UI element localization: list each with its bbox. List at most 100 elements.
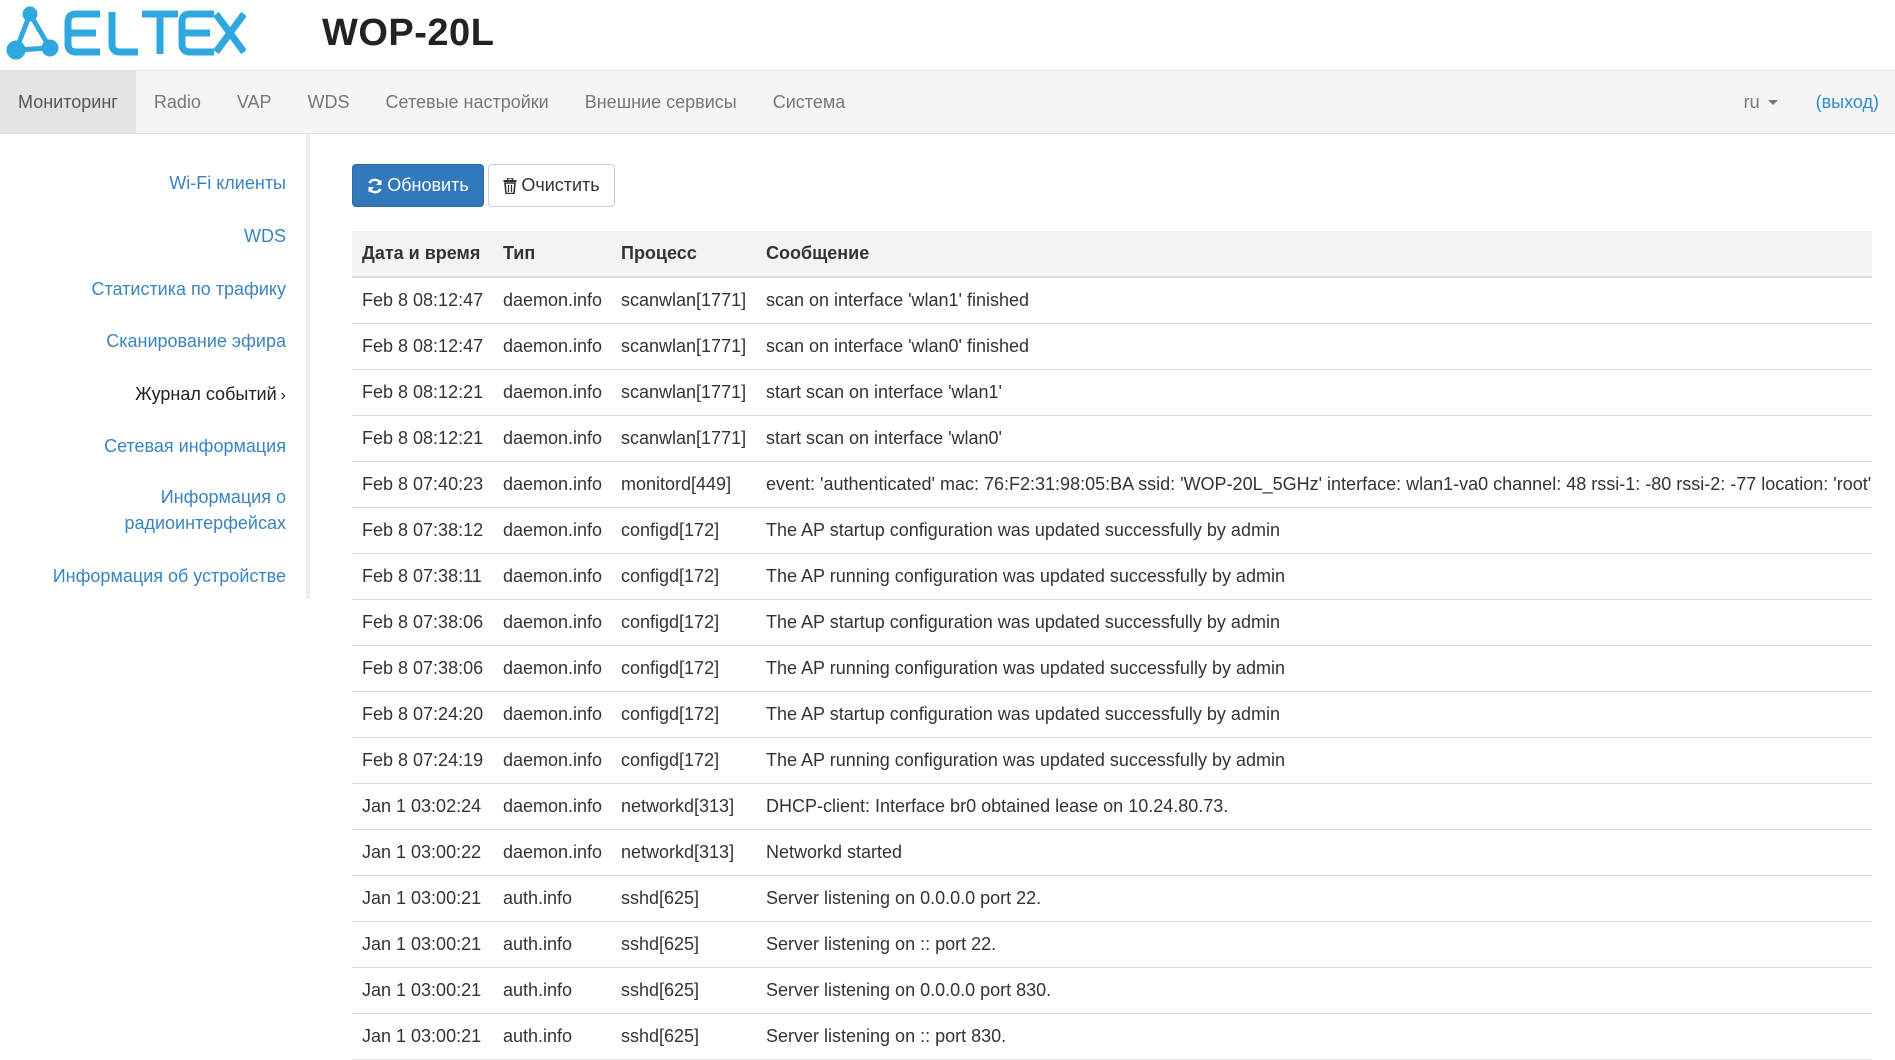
cell-message: DHCP-client: Interface br0 obtained leas…	[756, 783, 1872, 830]
cell-process: sshd[625]	[611, 1013, 756, 1060]
cell-process: configd[172]	[611, 599, 756, 646]
cell-process: configd[172]	[611, 553, 756, 600]
cell-message: Networkd started	[756, 829, 1872, 876]
header: WOP-20L	[0, 0, 1895, 70]
language-dropdown[interactable]: ru	[1744, 92, 1778, 113]
table-row: Feb 8 07:38:12 daemon.info configd[172] The…	[352, 507, 1872, 554]
cell-message: Server listening on 0.0.0.0 port 830.	[756, 967, 1872, 1014]
table-row: Feb 8 07:40:23 daemon.info monitord[449] ev…	[352, 461, 1872, 508]
logout-link[interactable]: (выход)	[1816, 92, 1879, 113]
cell-process: configd[172]	[611, 507, 756, 554]
table-row: Feb 8 08:12:21 daemon.info scanwlan[1771] s…	[352, 369, 1872, 416]
cell-type: daemon.info	[493, 645, 611, 692]
table-row: Feb 8 07:38:11 daemon.info configd[172] The…	[352, 553, 1872, 600]
main-navbar: Мониторинг Radio VAP WDS Сетевые настрой…	[0, 70, 1895, 134]
nav-menu: Мониторинг Radio VAP WDS Сетевые настрой…	[0, 71, 863, 133]
cell-datetime: Feb 8 07:38:12	[352, 507, 493, 554]
cell-type: daemon.info	[493, 369, 611, 416]
table-row: Feb 8 07:24:20 daemon.info configd[172] The…	[352, 691, 1872, 738]
sidebar-item-wds[interactable]: WDS	[244, 223, 286, 249]
nav-item-wds[interactable]: WDS	[290, 71, 368, 133]
column-header-message: Сообщение	[756, 231, 1872, 278]
cell-message: scan on interface 'wlan0' finished	[756, 323, 1872, 370]
sidebar-item-label-line2: радиоинтерфейсах	[124, 513, 286, 533]
cell-message: The AP startup configuration was updated…	[756, 507, 1872, 554]
cell-datetime: Feb 8 08:12:47	[352, 323, 493, 370]
sidebar-item-label: WDS	[244, 226, 286, 246]
sidebar-item-radio-interfaces-info[interactable]: Информация о радиоинтерфейсах	[124, 484, 286, 536]
cell-type: daemon.info	[493, 691, 611, 738]
cell-type: daemon.info	[493, 783, 611, 830]
cell-datetime: Feb 8 08:12:47	[352, 277, 493, 324]
nav-item-radio[interactable]: Radio	[136, 71, 219, 133]
cell-message: The AP running configuration was updated…	[756, 553, 1872, 600]
clear-label: Очистить	[521, 175, 600, 195]
cell-datetime: Feb 8 08:12:21	[352, 369, 493, 416]
table-row: Jan 1 03:00:22 daemon.info networkd[313] Ne…	[352, 829, 1872, 876]
nav-item-network-settings[interactable]: Сетевые настройки	[368, 71, 567, 133]
refresh-button[interactable]: Обновить	[352, 164, 484, 207]
cell-type: daemon.info	[493, 415, 611, 462]
cell-process: sshd[625]	[611, 967, 756, 1014]
cell-process: networkd[313]	[611, 829, 756, 876]
cell-datetime: Feb 8 07:24:20	[352, 691, 493, 738]
cell-message: The AP startup configuration was updated…	[756, 691, 1872, 738]
nav-item-external-services[interactable]: Внешние сервисы	[567, 71, 755, 133]
column-header-process: Процесс	[611, 231, 756, 278]
nav-item-system[interactable]: Система	[755, 71, 864, 133]
cell-datetime: Feb 8 07:38:11	[352, 553, 493, 600]
event-log-grid: Дата и время Тип Процесс Сообщение Feb 8…	[352, 231, 1872, 1060]
table-header-row: Дата и время Тип Процесс Сообщение	[352, 231, 1872, 278]
sidebar-item-event-log[interactable]: Журнал событий ›	[135, 381, 286, 409]
cell-process: sshd[625]	[611, 875, 756, 922]
nav-item-monitoring[interactable]: Мониторинг	[0, 71, 136, 133]
cell-process: scanwlan[1771]	[611, 369, 756, 416]
nav-item-vap[interactable]: VAP	[219, 71, 290, 133]
cell-process: configd[172]	[611, 691, 756, 738]
sidebar-item-label: Сетевая информация	[104, 436, 286, 456]
cell-message: Server listening on :: port 22.	[756, 921, 1872, 968]
sidebar-item-device-info[interactable]: Информация об устройстве	[53, 563, 286, 589]
caret-down-icon	[1767, 99, 1778, 105]
clear-button[interactable]: Очистить	[488, 164, 615, 207]
table-row: Feb 8 07:38:06 daemon.info configd[172] The…	[352, 645, 1872, 692]
trash-icon	[503, 177, 517, 194]
cell-datetime: Feb 8 07:38:06	[352, 645, 493, 692]
eltex-logo[interactable]	[6, 6, 246, 60]
cell-datetime: Feb 8 08:12:21	[352, 415, 493, 462]
cell-process: configd[172]	[611, 737, 756, 784]
sidebar-item-label-line1: Информация о	[160, 487, 286, 507]
cell-type: daemon.info	[493, 461, 611, 508]
cell-type: daemon.info	[493, 507, 611, 554]
cell-type: auth.info	[493, 875, 611, 922]
table-body: Feb 8 08:12:47 daemon.info scanwlan[1771] s…	[352, 277, 1872, 1060]
cell-process: scanwlan[1771]	[611, 277, 756, 324]
cell-datetime: Feb 8 07:38:06	[352, 599, 493, 646]
cell-message: The AP startup configuration was updated…	[756, 599, 1872, 646]
cell-message: The AP running configuration was updated…	[756, 645, 1872, 692]
cell-process: configd[172]	[611, 645, 756, 692]
table-row: Jan 1 03:00:21 auth.info sshd[625] Server l…	[352, 875, 1872, 922]
cell-type: daemon.info	[493, 829, 611, 876]
sidebar-item-wifi-clients[interactable]: Wi-Fi клиенты	[169, 170, 286, 196]
nav-right: ru (выход)	[1744, 71, 1879, 133]
cell-process: sshd[625]	[611, 921, 756, 968]
sidebar-item-network-info[interactable]: Сетевая информация	[104, 433, 286, 459]
table-row: Jan 1 03:00:21 auth.info sshd[625] Server l…	[352, 921, 1872, 968]
sidebar-item-label: Журнал событий	[135, 384, 277, 404]
cell-type: daemon.info	[493, 599, 611, 646]
refresh-icon	[368, 178, 382, 193]
sidebar-item-traffic-stats[interactable]: Статистика по трафику	[91, 276, 286, 302]
sidebar: Wi-Fi клиенты WDS Статистика по трафику …	[0, 134, 310, 599]
event-log-table: Дата и время Тип Процесс Сообщение Feb 8…	[352, 231, 1872, 1060]
cell-process: networkd[313]	[611, 783, 756, 830]
sidebar-item-air-scan[interactable]: Сканирование эфира	[106, 328, 286, 354]
table-row: Jan 1 03:02:24 daemon.info networkd[313] DH…	[352, 783, 1872, 830]
table-row: Feb 8 08:12:21 daemon.info scanwlan[1771] s…	[352, 415, 1872, 462]
cell-datetime: Jan 1 03:02:24	[352, 783, 493, 830]
table-row: Jan 1 03:00:21 auth.info sshd[625] Server l…	[352, 1013, 1872, 1060]
cell-message: start scan on interface 'wlan0'	[756, 415, 1872, 462]
cell-type: daemon.info	[493, 737, 611, 784]
table-row: Feb 8 08:12:47 daemon.info scanwlan[1771] s…	[352, 323, 1872, 370]
cell-message: Server listening on 0.0.0.0 port 22.	[756, 875, 1872, 922]
